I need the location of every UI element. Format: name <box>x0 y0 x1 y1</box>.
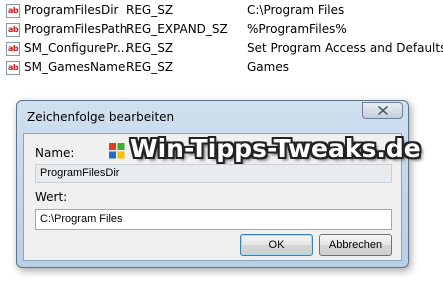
value-data-input[interactable]: C:\Program Files <box>35 209 392 230</box>
close-icon <box>378 106 388 115</box>
registry-value-name: SM_ConfigurePr... <box>24 41 129 55</box>
cancel-button[interactable]: Abbrechen <box>319 234 392 256</box>
registry-row[interactable]: ab ProgramFilesPath REG_EXPAND_SZ %Progr… <box>0 21 443 40</box>
close-button[interactable] <box>362 102 403 119</box>
registry-value-data: Games <box>247 60 289 74</box>
string-value-icon: ab <box>6 61 20 75</box>
registry-value-data: Set Program Access and Defaults <box>247 41 443 55</box>
registry-row[interactable]: ab SM_ConfigurePr... REG_SZ Set Program … <box>0 40 443 59</box>
dialog-content: Name: Win-Tipps-Tweaks.de ProgramFilesDi… <box>23 133 421 261</box>
registry-value-list: ab ProgramFilesDir REG_SZ C:\Program Fil… <box>0 0 443 84</box>
watermark-text: Win-Tipps-Tweaks.de <box>130 134 421 163</box>
registry-row[interactable]: ab SM_GamesName REG_SZ Games <box>0 59 443 78</box>
edit-string-dialog: Zeichenfolge bearbeiten Name: Win-Tipps-… <box>16 100 421 268</box>
registry-value-name: ProgramFilesDir <box>24 3 119 17</box>
registry-value-name: ProgramFilesPath <box>24 22 128 36</box>
ok-button[interactable]: OK <box>240 234 313 256</box>
string-value-icon: ab <box>6 23 20 37</box>
registry-value-type: REG_SZ <box>126 41 174 55</box>
registry-value-type: REG_SZ <box>126 60 174 74</box>
registry-row[interactable]: ab ProgramFilesDir REG_SZ C:\Program Fil… <box>0 2 443 21</box>
registry-value-name: SM_GamesName <box>24 60 126 74</box>
registry-value-data: C:\Program Files <box>247 3 345 17</box>
string-value-icon: ab <box>6 42 20 56</box>
dialog-title: Zeichenfolge bearbeiten <box>27 110 175 124</box>
string-value-icon: ab <box>6 4 20 18</box>
windows-logo-icon <box>109 143 125 159</box>
value-name-field: ProgramFilesDir <box>35 164 392 183</box>
registry-value-type: REG_EXPAND_SZ <box>126 22 228 36</box>
registry-value-type: REG_SZ <box>126 3 174 17</box>
value-label: Wert: <box>35 190 68 204</box>
name-label: Name: <box>35 146 75 160</box>
registry-value-data: %ProgramFiles% <box>247 22 347 36</box>
